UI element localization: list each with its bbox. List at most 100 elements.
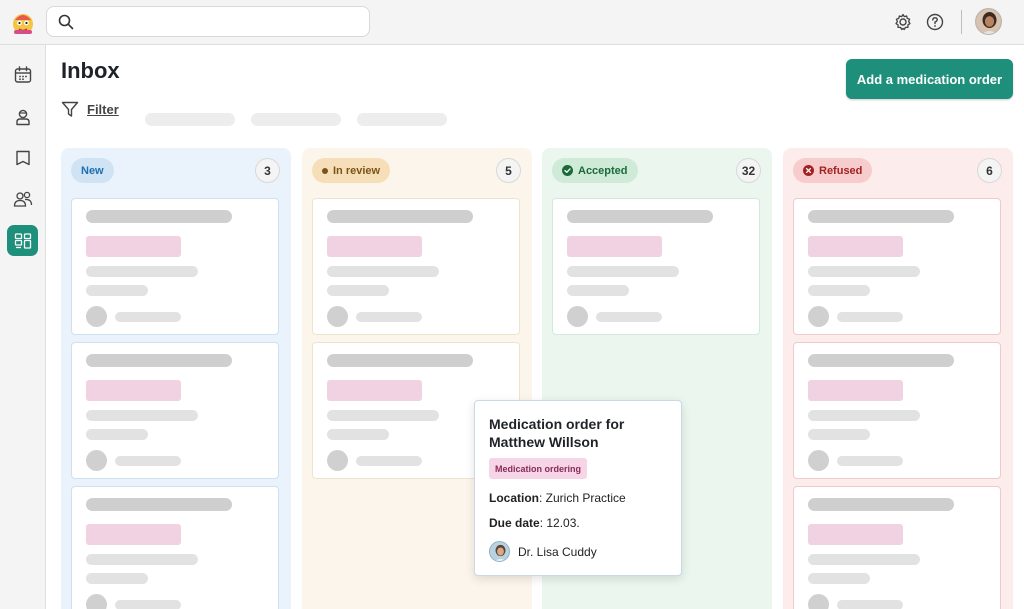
avatar-placeholder: [808, 594, 829, 609]
dot-icon: [322, 167, 328, 174]
avatar-placeholder: [808, 450, 829, 471]
order-card[interactable]: [793, 486, 1001, 609]
tag-placeholder: [327, 380, 422, 401]
filter-button[interactable]: Filter: [61, 100, 119, 118]
order-card[interactable]: [71, 486, 279, 609]
order-card[interactable]: [312, 198, 520, 335]
text-placeholder: [86, 266, 198, 277]
text-placeholder: [356, 456, 422, 466]
text-placeholder: [808, 285, 870, 296]
text-placeholder: [327, 266, 439, 277]
column-label: Refused: [819, 164, 863, 177]
app-logo-icon[interactable]: [8, 8, 38, 38]
sidebar-item-patients[interactable]: [7, 101, 38, 132]
search-bar[interactable]: [46, 6, 370, 37]
due-date-value: 12.03.: [546, 516, 580, 530]
column-new: New 3: [61, 148, 291, 609]
medication-order-card[interactable]: Medication order for Matthew Willson Med…: [474, 400, 682, 576]
filter-chip-placeholder[interactable]: [357, 113, 447, 126]
status-badge-refused: Refused: [793, 158, 873, 183]
column-count: 5: [496, 158, 521, 183]
column-label: Accepted: [578, 164, 628, 177]
doctor-avatar: [489, 541, 510, 562]
filter-chip-placeholder[interactable]: [145, 113, 235, 126]
bookmark-icon: [15, 150, 30, 165]
text-placeholder: [567, 285, 629, 296]
due-date-row: Due date: 12.03.: [489, 516, 580, 530]
text-placeholder: [86, 354, 232, 367]
text-placeholder: [567, 210, 713, 223]
text-placeholder: [327, 354, 473, 367]
text-placeholder: [86, 410, 198, 421]
sidebar-item-team[interactable]: [7, 183, 38, 214]
tag-placeholder: [86, 236, 181, 257]
board-icon: [14, 232, 31, 249]
text-placeholder: [808, 573, 870, 584]
location-row: Location: Zurich Practice: [489, 491, 626, 505]
location-value: Zurich Practice: [545, 491, 626, 505]
text-placeholder: [356, 312, 422, 322]
text-placeholder: [115, 456, 181, 466]
filter-icon: [61, 101, 79, 117]
text-placeholder: [808, 210, 954, 223]
text-placeholder: [837, 456, 903, 466]
avatar-placeholder: [327, 450, 348, 471]
top-bar: [0, 0, 1024, 45]
text-placeholder: [86, 573, 148, 584]
text-placeholder: [86, 554, 198, 565]
text-placeholder: [327, 210, 473, 223]
calendar-icon: [14, 65, 31, 83]
avatar-placeholder: [86, 594, 107, 609]
order-card[interactable]: [793, 342, 1001, 479]
sidebar-item-calendar[interactable]: [7, 59, 38, 90]
sidebar-item-messages[interactable]: [7, 142, 38, 173]
avatar-placeholder: [567, 306, 588, 327]
separator: :: [539, 491, 546, 505]
tag-placeholder: [808, 524, 903, 545]
text-placeholder: [327, 410, 439, 421]
text-placeholder: [837, 600, 903, 609]
text-placeholder: [86, 498, 232, 511]
order-title: Medication order for Matthew Willson: [489, 416, 625, 450]
text-placeholder: [327, 429, 389, 440]
gear-icon[interactable]: [893, 12, 913, 32]
avatar-placeholder: [86, 450, 107, 471]
tag-placeholder: [86, 524, 181, 545]
text-placeholder: [808, 498, 954, 511]
add-medication-order-button[interactable]: Add a medication order: [846, 59, 1013, 99]
text-placeholder: [808, 554, 920, 565]
due-date-label: Due date: [489, 516, 540, 530]
page-title: Inbox: [61, 58, 120, 83]
sidebar-item-inbox[interactable]: [7, 225, 38, 256]
order-card[interactable]: [552, 198, 760, 335]
search-icon: [58, 14, 74, 30]
toolbar-divider: [961, 10, 962, 34]
filter-label: Filter: [87, 101, 119, 117]
column-refused: Refused 6: [783, 148, 1013, 609]
status-badge-new: New: [71, 158, 114, 183]
text-placeholder: [567, 266, 679, 277]
text-placeholder: [808, 354, 954, 367]
text-placeholder: [115, 312, 181, 322]
order-card[interactable]: [793, 198, 1001, 335]
user-avatar[interactable]: [975, 8, 1002, 35]
text-placeholder: [327, 285, 389, 296]
text-placeholder: [837, 312, 903, 322]
tag-placeholder: [327, 236, 422, 257]
text-placeholder: [115, 600, 181, 609]
sidebar: [0, 45, 46, 609]
column-count: 3: [255, 158, 280, 183]
check-circle-icon: [562, 165, 573, 176]
search-input[interactable]: [83, 12, 363, 32]
avatar-placeholder: [327, 306, 348, 327]
text-placeholder: [86, 285, 148, 296]
text-placeholder: [86, 429, 148, 440]
order-card[interactable]: [71, 198, 279, 335]
order-card[interactable]: [71, 342, 279, 479]
filter-chip-placeholder[interactable]: [251, 113, 341, 126]
close-circle-icon: [803, 165, 814, 176]
tag-placeholder: [808, 236, 903, 257]
patient-icon: [15, 109, 30, 125]
help-icon[interactable]: [925, 12, 945, 32]
team-icon: [13, 191, 32, 207]
